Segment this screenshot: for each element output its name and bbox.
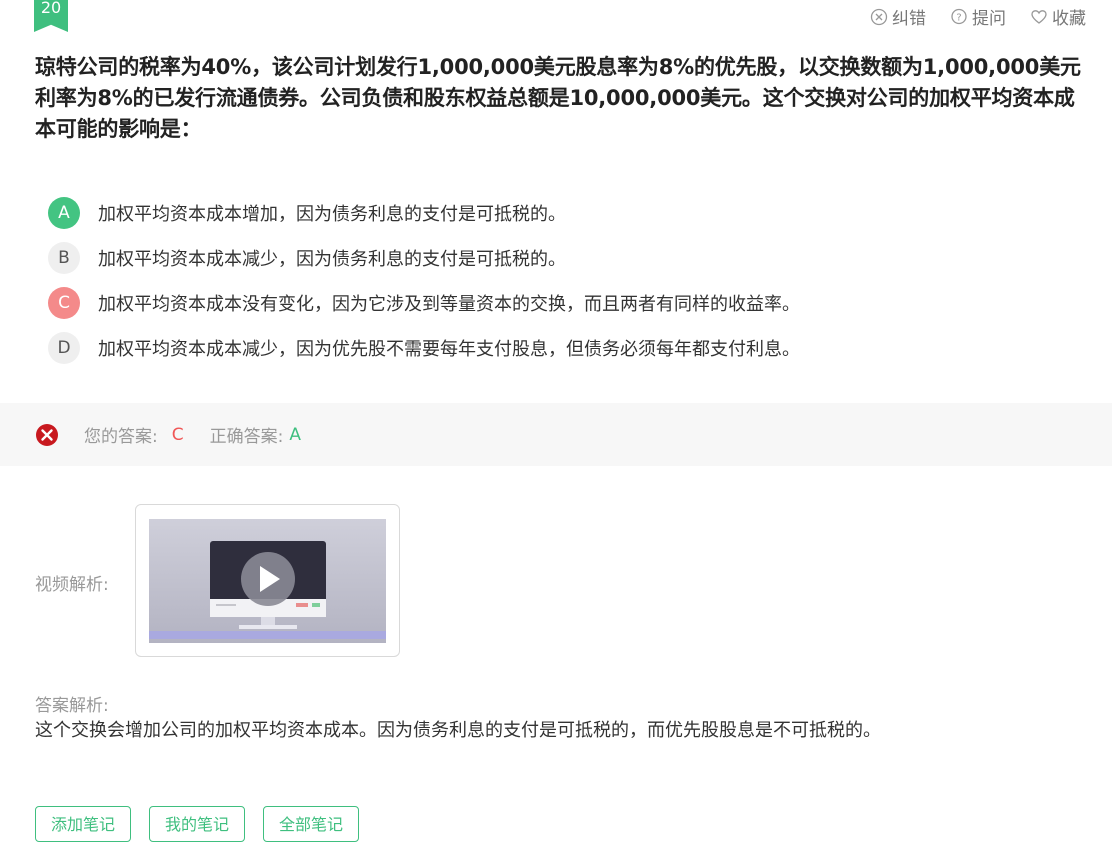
favorite-button[interactable]: 收藏 <box>1030 4 1086 29</box>
video-preview-illustration <box>149 519 386 643</box>
option-d-text: 加权平均资本成本减少，因为优先股不需要每年支付股息，但债务必须每年都支付利息。 <box>98 338 800 360</box>
option-b[interactable]: B 加权平均资本成本减少，因为债务利息的支付是可抵税的。 <box>48 235 800 280</box>
question-number-badge: 20 <box>34 0 68 32</box>
report-error-button[interactable]: 纠错 <box>870 4 926 29</box>
report-error-label: 纠错 <box>892 9 926 29</box>
your-answer-value: C <box>171 424 184 445</box>
options-list: A 加权平均资本成本增加，因为债务利息的支付是可抵税的。 B 加权平均资本成本减… <box>48 190 800 370</box>
option-c-text: 加权平均资本成本没有变化，因为它涉及到等量资本的交换，而且两者有同样的收益率。 <box>98 293 800 315</box>
ask-question-label: 提问 <box>972 9 1006 29</box>
add-note-button[interactable]: 添加笔记 <box>35 806 131 842</box>
answer-analysis-label: 答案解析: <box>35 696 109 716</box>
option-d[interactable]: D 加权平均资本成本减少，因为优先股不需要每年支付股息，但债务必须每年都支付利息… <box>48 325 800 370</box>
option-a-letter: A <box>48 196 80 229</box>
error-report-icon <box>870 8 888 25</box>
favorite-label: 收藏 <box>1052 9 1086 29</box>
correct-answer-label: 正确答案: <box>209 427 284 447</box>
option-b-text: 加权平均资本成本减少，因为债务利息的支付是可抵税的。 <box>98 248 566 270</box>
option-d-letter: D <box>48 331 80 364</box>
top-actions: 纠错 ? 提问 收藏 <box>870 4 1086 29</box>
video-analysis-label: 视频解析: <box>35 575 109 595</box>
correct-answer-value: A <box>289 424 301 445</box>
video-thumbnail[interactable] <box>135 504 400 657</box>
option-a[interactable]: A 加权平均资本成本增加，因为债务利息的支付是可抵税的。 <box>48 190 800 235</box>
all-notes-button[interactable]: 全部笔记 <box>263 806 359 842</box>
heart-icon <box>1031 9 1047 24</box>
option-c[interactable]: C 加权平均资本成本没有变化，因为它涉及到等量资本的交换，而且两者有同样的收益率… <box>48 280 800 325</box>
my-notes-button[interactable]: 我的笔记 <box>149 806 245 842</box>
question-icon: ? <box>951 8 967 24</box>
option-a-text: 加权平均资本成本增加，因为债务利息的支付是可抵税的。 <box>98 203 566 225</box>
question-text: 琼特公司的税率为40%，该公司计划发行1,000,000美元股息率为8%的优先股… <box>35 55 1081 141</box>
note-buttons: 添加笔记 我的笔记 全部笔记 <box>35 806 359 842</box>
svg-text:?: ? <box>956 12 961 23</box>
your-answer-label: 您的答案: <box>84 427 158 447</box>
answer-result-bar: 您的答案: C 正确答案: A <box>0 403 1112 466</box>
wrong-answer-icon <box>36 423 58 446</box>
option-c-letter: C <box>48 286 80 319</box>
ask-question-button[interactable]: ? 提问 <box>950 4 1006 29</box>
answer-analysis-text: 这个交换会增加公司的加权平均资本成本。因为债务利息的支付是可抵税的，而优先股股息… <box>35 720 881 741</box>
option-b-letter: B <box>48 241 80 274</box>
